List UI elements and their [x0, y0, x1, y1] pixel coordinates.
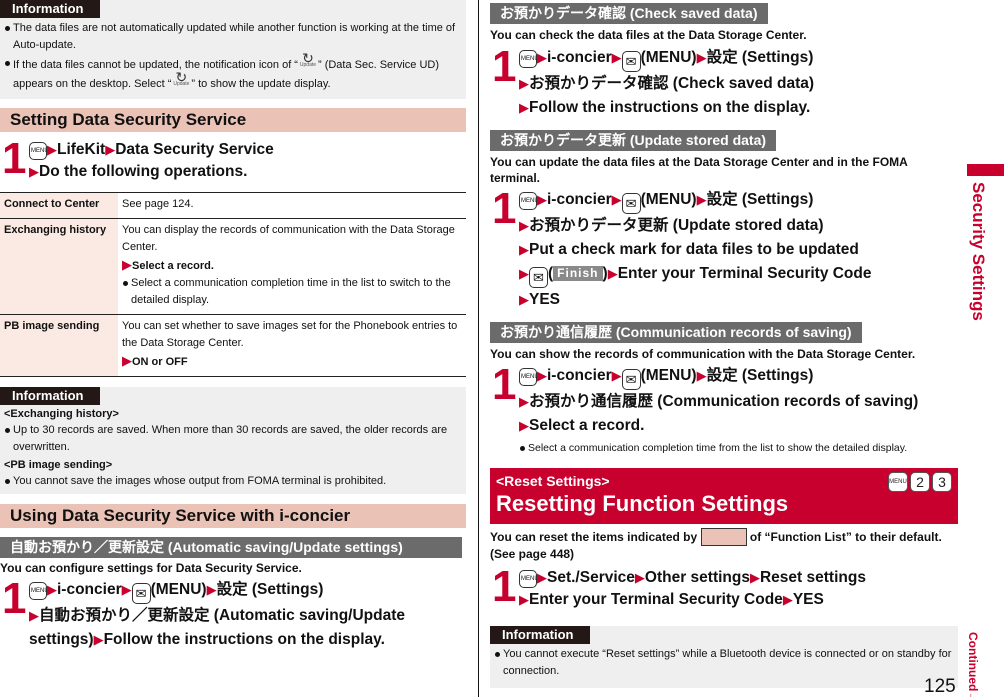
arrow-icon: ▶ — [749, 570, 760, 585]
row-text: See page 124. — [118, 192, 466, 219]
arrow-icon: ▶ — [47, 582, 57, 597]
arrow-icon: ▶ — [537, 368, 547, 383]
mail-key-icon: ✉ — [621, 193, 641, 214]
description: You can update the data files at the Dat… — [490, 155, 908, 185]
menu-key-icon: MENU — [888, 472, 908, 492]
step-1: 1 MENU▶i-concier▶ ✉ (MENU)▶設定 (Settings) ▶… — [492, 42, 815, 117]
continued-label: Continued→ — [966, 632, 980, 697]
info-bullet: The data files are not automatically upd… — [4, 20, 462, 54]
arrow-icon: ▶ — [519, 242, 529, 257]
key-2-icon: 2 — [910, 472, 930, 492]
information-box-2: Information <Exchanging history> Up to 3… — [0, 387, 466, 494]
arrow-icon: ▶ — [537, 50, 547, 65]
arrow-icon: ▶ — [519, 418, 529, 433]
row-label: Connect to Center — [0, 192, 118, 219]
information-box-3: Information You cannot execute “Reset se… — [490, 626, 958, 688]
arrow-icon: ▶ — [29, 608, 39, 623]
mail-key-icon: ✉ — [621, 51, 641, 72]
menu-key-icon: MENU — [29, 582, 49, 600]
arrow-icon: ▶ — [634, 570, 645, 585]
information-tag: Information — [490, 626, 590, 644]
arrow-icon: ▶ — [782, 592, 793, 607]
arrow-icon: ▶ — [29, 164, 39, 179]
subsection-heading: お預かり通信履歴 (Communication records of savin… — [490, 322, 862, 343]
menu-key-icon: MENU — [519, 570, 539, 588]
arrow-icon: ▶ — [519, 292, 529, 307]
description: You can show the records of communicatio… — [490, 347, 916, 361]
arrow-icon: ▶ — [519, 76, 529, 91]
table-row: Connect to Center See page 124. — [0, 192, 466, 219]
color-swatch — [700, 528, 747, 546]
info-bullet: If the data files cannot be updated, the… — [4, 50, 462, 93]
arrow-icon: ▶ — [206, 582, 217, 597]
step-number: 1 — [492, 360, 517, 409]
arrow-icon: ▶ — [519, 592, 529, 607]
step-1: 1 MENU▶i-concier▶ ✉ (MENU)▶設定 (Settings) ▶… — [492, 184, 872, 309]
arrow-icon: ▶ — [537, 192, 547, 207]
arrow-icon: ▶ — [607, 266, 618, 281]
description: You can reset the items indicated by of … — [490, 528, 942, 561]
section-heading: Setting Data Security Service — [0, 108, 466, 132]
arrow-icon: ▶ — [519, 100, 529, 115]
arrow-icon: ▶ — [696, 192, 707, 207]
subsection-heading: 自動お預かり／更新設定 (Automatic saving/Update set… — [0, 537, 462, 558]
right-column: お預かりデータ確認 (Check saved data) You can che… — [490, 0, 958, 688]
section-heading: Using Data Security Service with i-conci… — [0, 504, 466, 528]
arrow-icon: ▶ — [519, 394, 529, 409]
left-column: Information The data files are not autom… — [0, 0, 466, 652]
arrow-icon: ▶ — [611, 368, 622, 383]
description: You can check the data files at the Data… — [490, 28, 807, 42]
mail-key-icon: ✉ — [529, 267, 548, 288]
step-1: 1 MENU▶Set./Service▶Other settings▶Reset… — [492, 562, 866, 611]
arrow-icon: ▶ — [47, 142, 57, 157]
reset-heading: <Reset Settings> Resetting Function Sett… — [490, 468, 958, 524]
update-icon: ↻ Update — [299, 50, 317, 68]
step-number: 1 — [492, 184, 517, 233]
shortcut-keys: MENU 2 3 — [888, 472, 952, 492]
menu-key-icon: MENU — [519, 368, 539, 386]
subsection-heading: お預かりデータ更新 (Update stored data) — [490, 130, 777, 151]
chapter-label: Security Settings — [969, 182, 988, 321]
step-number: 1 — [492, 562, 517, 611]
operations-table: Connect to Center See page 124. Exchangi… — [0, 192, 466, 377]
column-divider — [478, 0, 479, 697]
menu-key-icon: MENU — [519, 192, 539, 210]
arrow-icon: ▶ — [105, 142, 116, 157]
arrow-icon: ▶ — [611, 50, 622, 65]
section-tab-marker — [967, 164, 1004, 176]
step-number: 1 — [2, 134, 27, 183]
step-1: 1 MENU▶LifeKit▶Data Security Service ▶Do… — [2, 134, 274, 183]
menu-key-icon: MENU — [519, 50, 539, 68]
description: You can configure settings for Data Secu… — [0, 561, 302, 575]
mail-key-icon: ✉ — [131, 583, 151, 604]
arrow-icon: ▶ — [696, 50, 707, 65]
table-row: Exchanging history You can display the r… — [0, 218, 466, 315]
information-tag: Information — [0, 0, 100, 18]
mail-key-icon: ✉ — [621, 369, 641, 390]
row-label: Exchanging history — [0, 218, 118, 315]
page-number: 125 — [924, 676, 956, 697]
arrow-icon: ▶ — [121, 582, 132, 597]
arrow-icon: ▶ — [611, 192, 622, 207]
step-1: 1 MENU▶i-concier▶ ✉ (MENU)▶設定 (Settings) ▶… — [490, 360, 958, 456]
arrow-icon: ▶ — [537, 570, 547, 585]
arrow-icon: ▶ — [696, 368, 707, 383]
step-number: 1 — [492, 42, 517, 91]
arrow-icon: ▶ — [519, 266, 529, 281]
arrow-icon: ▶ — [122, 257, 132, 272]
update-icon: ↻ Update — [173, 69, 190, 87]
subsection-heading: お預かりデータ確認 (Check saved data) — [490, 3, 768, 24]
menu-key-icon: MENU — [29, 142, 49, 160]
arrow-icon: ▶ — [93, 632, 104, 647]
key-3-icon: 3 — [932, 472, 952, 492]
table-row: PB image sending You can set whether to … — [0, 314, 466, 377]
row-label: PB image sending — [0, 314, 118, 377]
arrow-icon: ▶ — [519, 218, 529, 233]
finish-softkey: Finish — [553, 266, 603, 281]
step-1: 1 MENU▶i-concier▶ ✉ (MENU)▶設定 (Settings) ▶… — [2, 574, 405, 649]
information-tag: Information — [0, 387, 100, 405]
step-number: 1 — [2, 574, 27, 623]
arrow-icon: ▶ — [122, 353, 132, 368]
information-box-1: Information The data files are not autom… — [0, 0, 466, 99]
